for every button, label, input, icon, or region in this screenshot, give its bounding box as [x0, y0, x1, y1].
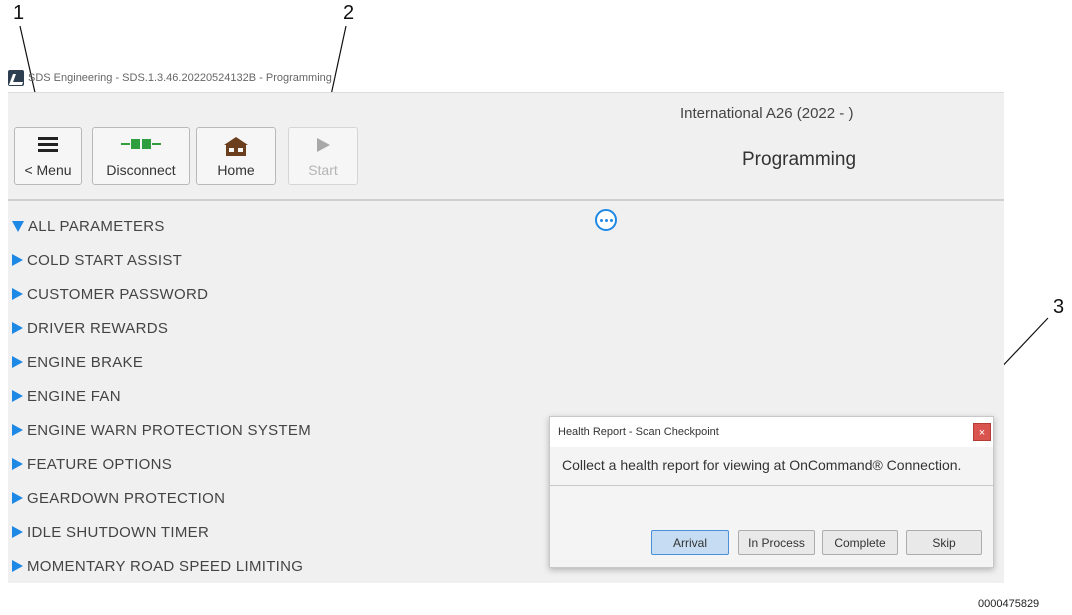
collapsed-arrow-icon: [12, 424, 23, 436]
in-process-button[interactable]: In Process: [738, 530, 815, 555]
menu-label: < Menu: [24, 162, 72, 178]
tree-node[interactable]: IDLE SHUTDOWN TIMER: [12, 515, 572, 549]
hamburger-icon: [15, 136, 81, 152]
dialog-titlebar: Health Report - Scan Checkpoint ×: [550, 417, 993, 447]
tree-node-label: FEATURE OPTIONS: [27, 455, 173, 473]
callout-2: 2: [343, 2, 355, 24]
home-label: Home: [217, 162, 255, 178]
arrival-button[interactable]: Arrival: [651, 530, 729, 555]
tree-node[interactable]: MOMENTARY ROAD SPEED LIMITING: [12, 549, 572, 583]
tree-node-label: ENGINE FAN: [27, 387, 121, 405]
disconnect-button[interactable]: Disconnect: [92, 127, 190, 185]
parameter-tree: ALL PARAMETERS COLD START ASSIST CUSTOME…: [12, 209, 572, 583]
figure-id: 0000475829: [978, 598, 1040, 610]
tree-node-label: COLD START ASSIST: [27, 251, 183, 269]
collapsed-arrow-icon: [12, 356, 23, 368]
house-icon: [197, 136, 275, 156]
tree-node-label: ALL PARAMETERS: [28, 217, 165, 235]
toolbar: < Menu Disconnect Home Start Internation…: [8, 93, 1004, 201]
callout-3: 3: [1053, 296, 1065, 318]
vehicle-model: International A26 (2022 - ): [680, 105, 854, 122]
tree-node[interactable]: GEARDOWN PROTECTION: [12, 481, 572, 515]
tree-node[interactable]: CUSTOMER PASSWORD: [12, 277, 572, 311]
tree-node-label: GEARDOWN PROTECTION: [27, 489, 226, 507]
collapsed-arrow-icon: [12, 492, 23, 504]
tree-node[interactable]: ENGINE WARN PROTECTION SYSTEM: [12, 413, 572, 447]
tree-node[interactable]: DRIVER REWARDS: [12, 311, 572, 345]
menu-button[interactable]: < Menu: [14, 127, 82, 185]
tree-node[interactable]: FEATURE OPTIONS: [12, 447, 572, 481]
tree-node-all-parameters[interactable]: ALL PARAMETERS: [12, 209, 572, 243]
dialog-title: Health Report - Scan Checkpoint: [558, 426, 719, 438]
window-title: SDS Engineering - SDS.1.3.46.20220524132…: [28, 72, 332, 84]
tree-node-label: ENGINE WARN PROTECTION SYSTEM: [27, 421, 311, 439]
tree-node-label: CUSTOMER PASSWORD: [27, 285, 209, 303]
tree-node[interactable]: COLD START ASSIST: [12, 243, 572, 277]
start-label: Start: [308, 162, 338, 178]
tree-node-label: IDLE SHUTDOWN TIMER: [27, 523, 210, 541]
dialog-message: Collect a health report for viewing at O…: [562, 457, 962, 473]
health-report-dialog: Health Report - Scan Checkpoint × Collec…: [549, 416, 994, 568]
skip-button[interactable]: Skip: [906, 530, 982, 555]
page-title: Programming: [742, 149, 857, 170]
close-icon[interactable]: ×: [973, 423, 991, 441]
home-button[interactable]: Home: [196, 127, 276, 185]
expanded-arrow-icon: [12, 220, 24, 232]
collapsed-arrow-icon: [12, 288, 23, 300]
collapsed-arrow-icon: [12, 254, 23, 266]
tree-node-label: DRIVER REWARDS: [27, 319, 169, 337]
window-titlebar: SDS Engineering - SDS.1.3.46.20220524132…: [8, 68, 568, 88]
start-button[interactable]: Start: [288, 127, 358, 185]
collapsed-arrow-icon: [12, 458, 23, 470]
collapsed-arrow-icon: [12, 390, 23, 402]
collapsed-arrow-icon: [12, 560, 23, 572]
collapsed-arrow-icon: [12, 526, 23, 538]
app-logo-icon: [8, 70, 24, 86]
disconnect-label: Disconnect: [106, 162, 176, 178]
tree-node-label: MOMENTARY ROAD SPEED LIMITING: [27, 557, 304, 575]
collapsed-arrow-icon: [12, 322, 23, 334]
play-icon: [289, 136, 357, 154]
connector-icon: [93, 136, 189, 152]
tree-node[interactable]: ENGINE FAN: [12, 379, 572, 413]
tree-node[interactable]: ENGINE BRAKE: [12, 345, 572, 379]
callout-1: 1: [13, 2, 25, 24]
dialog-divider: [550, 485, 993, 486]
more-options-icon[interactable]: [595, 209, 617, 231]
complete-button[interactable]: Complete: [822, 530, 898, 555]
tree-node-label: ENGINE BRAKE: [27, 353, 144, 371]
